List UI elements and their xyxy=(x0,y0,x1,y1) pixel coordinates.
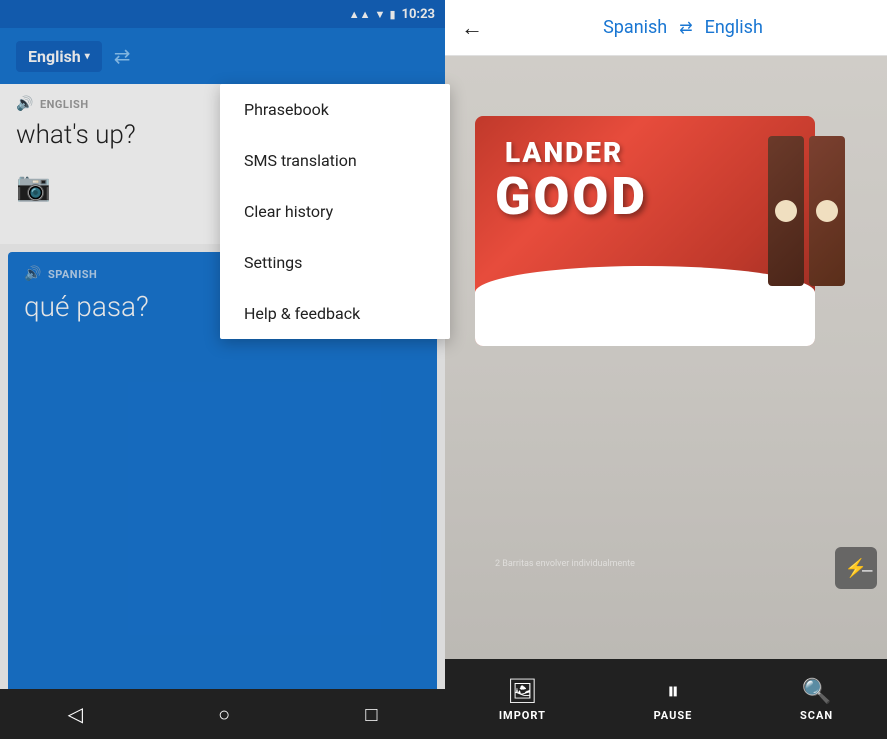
right-panel: ← Spanish ⇄ English LANDER GOOD xyxy=(445,0,887,739)
pause-label: PAUSE xyxy=(654,709,693,722)
source-lang-display: Spanish xyxy=(603,17,667,38)
import-icon: 🖼 xyxy=(507,677,537,705)
flash-off-button[interactable]: ⚡̶ xyxy=(835,547,877,589)
recent-apps-button[interactable]: □ xyxy=(365,702,377,727)
brand-text: LANDER xyxy=(505,136,623,169)
scan-label: SCAN xyxy=(800,709,833,722)
home-nav-button[interactable]: ○ xyxy=(218,702,230,727)
right-bottom-bar: 🖼 IMPORT ⏸ PAUSE 🔍 SCAN xyxy=(445,659,887,739)
camera-scene: LANDER GOOD 2 Barritas envolver individu… xyxy=(445,56,887,659)
import-label: IMPORT xyxy=(499,709,546,722)
pause-icon: ⏸ xyxy=(667,677,679,705)
choco-piece-1 xyxy=(768,136,804,286)
pause-button[interactable]: ⏸ PAUSE xyxy=(654,677,693,722)
back-nav-button[interactable]: ◁ xyxy=(68,702,83,726)
choco-filling-1 xyxy=(775,200,797,222)
target-lang-display: English xyxy=(705,17,763,38)
navigation-bar: ◁ ○ □ xyxy=(0,689,445,739)
language-display: Spanish ⇄ English xyxy=(495,17,871,38)
scan-icon: 🔍 xyxy=(802,677,832,705)
menu-item-settings[interactable]: Settings xyxy=(220,237,450,288)
product-name-text: GOOD xyxy=(495,166,648,227)
left-panel: ▲▲ ▼ ▮ 10:23 English ▾ ⇄ 🔊 ENGLISH what'… xyxy=(0,0,445,739)
chocolate-wrapper: LANDER GOOD xyxy=(475,116,815,346)
choco-filling-2 xyxy=(816,200,838,222)
camera-view: LANDER GOOD 2 Barritas envolver individu… xyxy=(445,56,887,659)
choco-piece-2 xyxy=(809,136,845,286)
right-top-bar: ← Spanish ⇄ English xyxy=(445,0,887,56)
right-back-button[interactable]: ← xyxy=(461,15,483,41)
scan-button[interactable]: 🔍 SCAN xyxy=(800,677,833,722)
menu-item-phrasebook[interactable]: Phrasebook xyxy=(220,84,450,135)
menu-item-sms-translation[interactable]: SMS translation xyxy=(220,135,450,186)
menu-item-help-feedback[interactable]: Help & feedback xyxy=(220,288,450,339)
import-button[interactable]: 🖼 IMPORT xyxy=(499,677,546,722)
chocolate-pieces xyxy=(768,136,845,286)
flash-off-icon: ⚡̶ xyxy=(845,558,867,579)
menu-item-clear-history[interactable]: Clear history xyxy=(220,186,450,237)
white-swirl-decoration xyxy=(475,266,815,346)
chocolate-bar: LANDER GOOD xyxy=(475,116,845,396)
barcode-area: 2 Barritas envolver individualmente xyxy=(495,559,635,569)
dropdown-menu: Phrasebook SMS translation Clear history… xyxy=(220,84,450,339)
swap-arrows-icon[interactable]: ⇄ xyxy=(679,18,692,37)
